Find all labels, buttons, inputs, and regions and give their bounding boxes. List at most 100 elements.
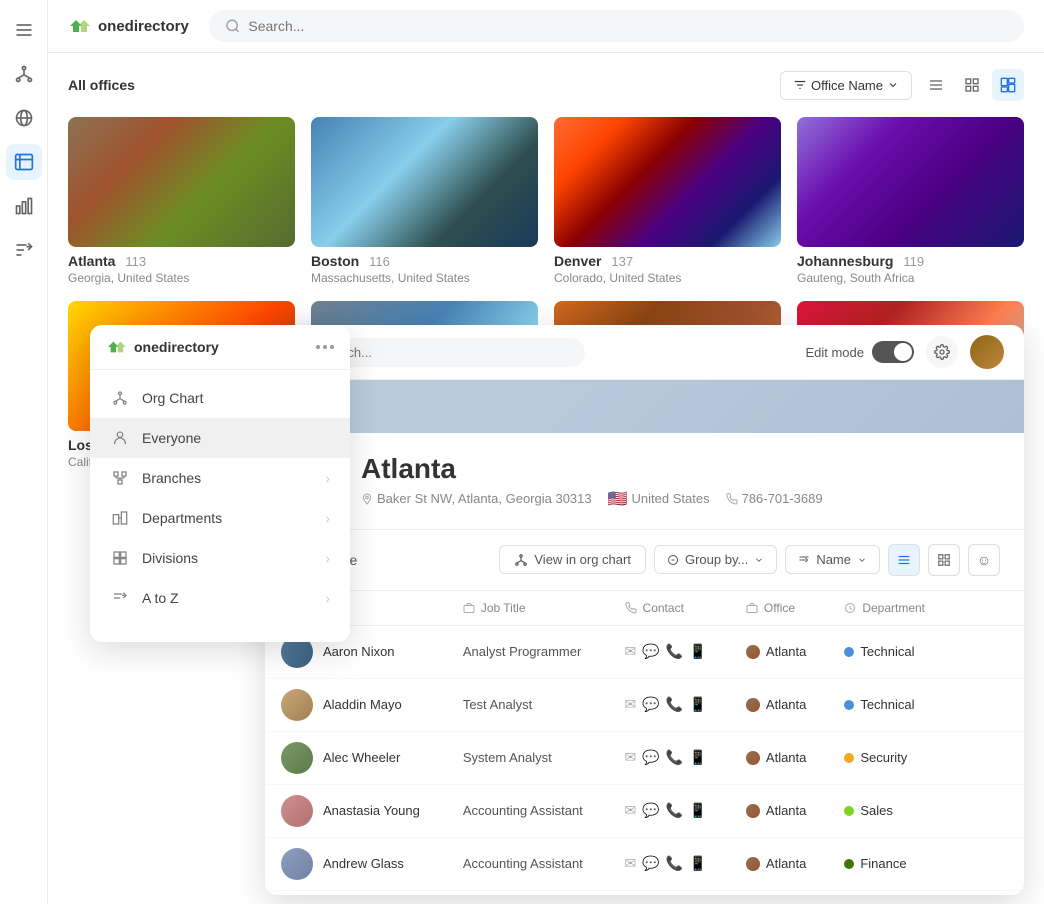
name-sort-icon [798,554,810,566]
person-title-cell: Analyst Programmer [447,625,609,678]
detail-grid-view-button[interactable] [928,544,960,576]
phone-icon[interactable]: 📞 [666,855,683,872]
people-section-bar: 113 people View in org chart Group by...… [265,530,1024,591]
az-sort-icon[interactable] [6,232,42,268]
view-in-org-button[interactable]: View in org chart [499,545,646,574]
chat-icon[interactable]: 💬 [642,855,659,872]
overlay-menu-toggle[interactable] [316,345,334,349]
table-row[interactable]: Anne Strong Analyst Programmer ✉ 💬 📞 📱 A… [265,890,1024,895]
email-icon[interactable]: ✉ [625,855,637,872]
departments-menu-icon [110,508,130,528]
table-row[interactable]: Aladdin Mayo Test Analyst ✉ 💬 📞 📱 Atlant… [265,678,1024,731]
chat-icon[interactable]: 💬 [642,749,659,766]
person-dept-cell: Sales [828,784,1024,837]
office-image-denver [554,117,781,247]
person-dept-cell: Technical [828,625,1024,678]
menu-icon[interactable] [6,12,42,48]
city-address: Baker St NW, Atlanta, Georgia 30313 [361,491,592,506]
search-icon [225,18,241,34]
office-name-boston: Boston 116 [311,253,538,269]
offices-header: All offices Office Name [68,69,1024,101]
dept-dot [844,859,854,869]
chart-icon[interactable] [6,188,42,224]
job-col-icon [463,602,475,614]
col-office: Office [730,591,828,626]
everyone-menu-icon [110,428,130,448]
chat-icon[interactable]: 💬 [642,696,659,713]
person-title-cell: System Analyst [447,731,609,784]
email-icon[interactable]: ✉ [625,643,637,660]
person-title-cell: Accounting Assistant [447,837,609,890]
address-text: Baker St NW, Atlanta, Georgia 30313 [377,491,592,506]
mobile-icon[interactable]: 📱 [689,802,706,819]
group-by-button[interactable]: Group by... [654,545,777,574]
office-card-johannesburg[interactable]: Johannesburg 119 Gauteng, South Africa [797,117,1024,285]
table-row[interactable]: Anastasia Young Accounting Assistant ✉ 💬… [265,784,1024,837]
view-toggle-buttons [920,69,1024,101]
menu-item-atoz[interactable]: A to Z › [90,578,350,618]
edit-mode-toggle[interactable] [872,341,914,363]
card-view-button[interactable] [992,69,1024,101]
person-title-cell: Test Analyst [447,678,609,731]
office-card-boston[interactable]: Boston 116 Massachusetts, United States [311,117,538,285]
email-icon[interactable]: ✉ [625,749,637,766]
table-row[interactable]: Aaron Nixon Analyst Programmer ✉ 💬 📞 📱 A… [265,625,1024,678]
sort-button[interactable]: Office Name [780,71,912,100]
city-banner-overlay [265,380,1024,433]
grid-view-button[interactable] [956,69,988,101]
phone-icon[interactable]: 📞 [666,696,683,713]
menu-item-divisions[interactable]: Divisions › [90,538,350,578]
menu-item-branches[interactable]: Branches › [90,458,350,498]
emoji-view-button[interactable]: ☺ [968,544,1000,576]
city-info: Atlanta Baker St NW, Atlanta, Georgia 30… [265,433,1024,530]
chat-icon[interactable]: 💬 [642,643,659,660]
table-row[interactable]: Alec Wheeler System Analyst ✉ 💬 📞 📱 Atla… [265,731,1024,784]
table-view-button[interactable] [888,544,920,576]
phone-icon[interactable]: 📞 [666,749,683,766]
office-dot [746,751,760,765]
menu-item-org-chart[interactable]: Org Chart [90,378,350,418]
person-name-cell: Anastasia Young [265,784,447,837]
person-office-cell: Atlanta [730,890,828,895]
table-row[interactable]: Andrew Glass Accounting Assistant ✉ 💬 📞 … [265,837,1024,890]
mobile-icon[interactable]: 📱 [689,855,706,872]
email-icon[interactable]: ✉ [625,802,637,819]
col-contact: Contact [609,591,730,626]
mobile-icon[interactable]: 📱 [689,749,706,766]
office-image-boston [311,117,538,247]
office-location-johannesburg: Gauteng, South Africa [797,271,1024,285]
menu-item-departments[interactable]: Departments › [90,498,350,538]
mobile-icon[interactable]: 📱 [689,696,706,713]
office-card-denver[interactable]: Denver 137 Colorado, United States [554,117,781,285]
mobile-icon[interactable]: 📱 [689,643,706,660]
person-name-cell: Andrew Glass [265,837,447,890]
globe-icon[interactable] [6,100,42,136]
menu-item-everyone[interactable]: Everyone [90,418,350,458]
settings-button[interactable] [926,336,958,368]
table-header-row: Name Job Title Contact [265,591,1024,626]
person-office-cell: Atlanta [730,625,828,678]
detail-search-input[interactable] [320,345,571,360]
phone-icon[interactable]: 📞 [666,802,683,819]
phone-icon[interactable]: 📞 [666,643,683,660]
person-name-cell: Alec Wheeler [265,731,447,784]
email-icon[interactable]: ✉ [625,696,637,713]
name-sort-button[interactable]: Name [785,545,880,574]
people-icon[interactable] [6,144,42,180]
person-office-cell: Atlanta [730,678,828,731]
main-search-bar[interactable] [209,10,1024,42]
office-card-atlanta[interactable]: Atlanta 113 Georgia, United States [68,117,295,285]
office-image-johannesburg [797,117,1024,247]
office-image-atlanta [68,117,295,247]
person-contact-cell: ✉ 💬 📞 📱 [609,837,730,890]
departments-chevron-icon: › [325,510,330,526]
view-org-icon [514,553,528,567]
chat-icon[interactable]: 💬 [642,802,659,819]
phone-text: 786-701-3689 [742,491,823,506]
list-view-button[interactable] [920,69,952,101]
search-input[interactable] [248,18,1008,34]
col-department: Department [828,591,1024,626]
office-dot [746,857,760,871]
org-chart-icon[interactable] [6,56,42,92]
user-avatar[interactable] [970,335,1004,369]
